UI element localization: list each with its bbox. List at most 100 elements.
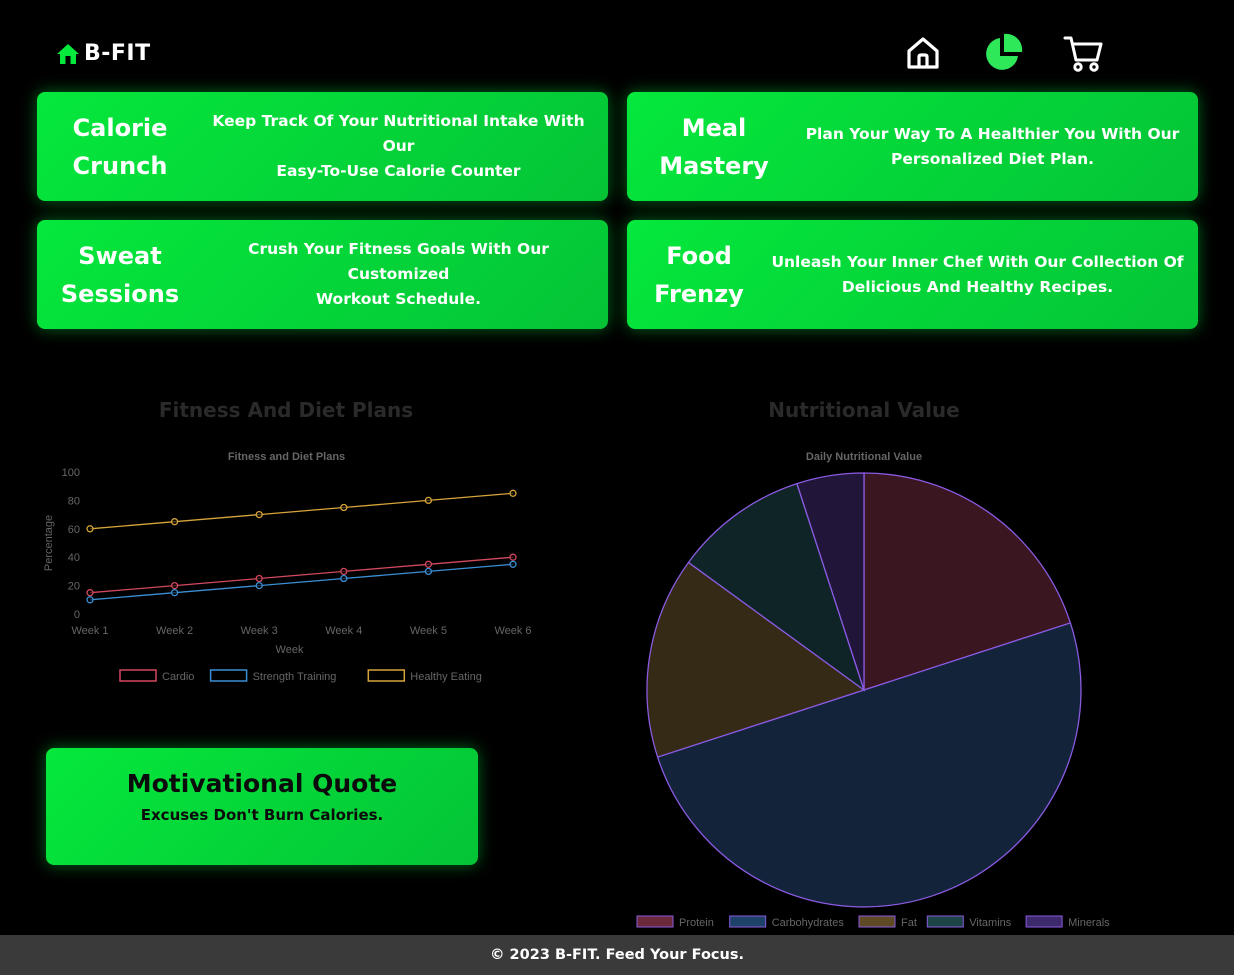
legend-swatch xyxy=(926,915,964,928)
nav-home[interactable] xyxy=(900,32,946,74)
legend-swatch xyxy=(119,669,157,682)
data-point xyxy=(170,518,179,526)
legend-label: Healthy Eating xyxy=(410,671,482,683)
chart-title: Daily Nutritional Value xyxy=(806,451,922,463)
card-title: Calorie Crunch xyxy=(37,109,197,185)
card-title: Meal Mastery xyxy=(627,109,795,185)
card-desc-line: Keep Track Of Your Nutritional Intake Wi… xyxy=(212,112,585,155)
y-tick-label: 40 xyxy=(68,552,80,564)
series-line xyxy=(89,563,514,601)
x-tick-label: Week 6 xyxy=(494,625,531,637)
legend-label: Strength Training xyxy=(253,671,337,683)
card-food-frenzy[interactable]: Food Frenzy Unleash Your Inner Chef With… xyxy=(627,220,1198,329)
card-title-line: Sweat xyxy=(78,241,162,270)
card-desc-line: Plan Your Way To A Healthier You With Ou… xyxy=(805,124,1180,143)
data-point xyxy=(86,589,94,597)
brand-logo[interactable]: B-FIT xyxy=(56,41,151,66)
fitness-line-chart: Fitness and Diet Plans 0 20 40 60 80 100 Week 1… xyxy=(43,451,532,683)
brand-name: B-FIT xyxy=(84,41,151,66)
legend-swatch xyxy=(209,669,248,682)
legend-swatch xyxy=(858,915,896,928)
card-title-line: Food xyxy=(666,241,732,270)
x-tick-label: Week 1 xyxy=(71,625,108,637)
y-tick-label: 60 xyxy=(68,524,80,536)
x-tick-label: Week 3 xyxy=(241,625,278,637)
series-line xyxy=(89,492,514,530)
card-title-line: Calorie xyxy=(72,113,168,142)
data-point xyxy=(170,589,179,597)
legend-swatch xyxy=(636,915,674,928)
data-point xyxy=(424,567,433,576)
cart-icon xyxy=(1062,32,1104,74)
nav-stats[interactable] xyxy=(980,32,1026,74)
card-desc-line: Workout Schedule. xyxy=(316,290,481,308)
pie-chart-icon xyxy=(982,32,1024,74)
data-point xyxy=(86,596,94,604)
home-icon xyxy=(905,35,941,71)
card-desc-line: Easy-To-Use Calorie Counter xyxy=(276,162,521,180)
home-icon xyxy=(56,43,80,65)
legend-label: Carbohydrates xyxy=(772,917,845,929)
nutrition-section-heading: Nutritional Value xyxy=(768,398,960,422)
nutrition-pie-chart: Daily Nutritional Value Protein Carbohydra… xyxy=(636,451,1110,929)
legend-swatch xyxy=(729,915,767,928)
legend-label: Cardio xyxy=(162,671,194,683)
card-desc-line: Delicious And Healthy Recipes. xyxy=(841,277,1114,296)
data-point xyxy=(509,553,517,561)
data-point xyxy=(170,581,179,590)
quote-text: Excuses Don't Burn Calories. xyxy=(140,806,384,824)
card-sweat-sessions[interactable]: Sweat Sessions Crush Your Fitness Goals … xyxy=(37,220,608,329)
data-point xyxy=(255,574,263,583)
card-title-line: Frenzy xyxy=(654,279,744,308)
legend-swatch xyxy=(367,669,406,682)
motivational-quote-card: Motivational Quote Excuses Don't Burn Ca… xyxy=(46,748,478,865)
card-title: Sweat Sessions xyxy=(37,237,197,313)
x-axis-label: Week xyxy=(276,644,304,656)
legend-swatch xyxy=(1025,915,1063,928)
card-title-line: Mastery xyxy=(659,151,769,180)
y-axis-label: Percentage xyxy=(43,515,55,571)
data-point xyxy=(86,525,94,533)
card-desc-line: Crush Your Fitness Goals With Our Custom… xyxy=(248,240,549,283)
footer: © 2023 B-FIT. Feed Your Focus. xyxy=(0,935,1234,975)
card-title-line: Crunch xyxy=(72,151,168,180)
x-tick-label: Week 5 xyxy=(410,625,447,637)
x-tick-label: Week 4 xyxy=(325,625,362,637)
data-point xyxy=(255,510,263,519)
series-line xyxy=(89,556,514,594)
card-calorie-crunch[interactable]: Calorie Crunch Keep Track Of Your Nutrit… xyxy=(37,92,608,201)
card-title-line: Sessions xyxy=(60,279,180,308)
y-tick-label: 0 xyxy=(74,609,80,621)
card-title: Food Frenzy xyxy=(627,237,765,313)
x-tick-label: Week 2 xyxy=(156,625,193,637)
y-tick-label: 80 xyxy=(68,495,80,507)
data-point xyxy=(255,581,263,590)
top-nav xyxy=(900,32,1106,74)
footer-text: © 2023 B-FIT. Feed Your Focus. xyxy=(490,947,744,963)
card-description: Crush Your Fitness Goals With Our Custom… xyxy=(197,237,608,312)
data-point xyxy=(509,489,517,497)
card-description: Keep Track Of Your Nutritional Intake Wi… xyxy=(197,109,608,184)
card-meal-mastery[interactable]: Meal Mastery Plan Your Way To A Healthie… xyxy=(627,92,1198,201)
data-point xyxy=(509,560,517,568)
legend-label: Vitamins xyxy=(969,917,1011,929)
legend-label: Fat xyxy=(901,917,917,929)
data-point xyxy=(424,560,433,568)
card-desc-line: Personalized Diet Plan. xyxy=(890,149,1095,168)
data-point xyxy=(340,567,348,576)
y-tick-label: 100 xyxy=(62,467,80,479)
chart-title: Fitness and Diet Plans xyxy=(228,451,345,463)
card-description: Unleash Your Inner Chef With Our Collect… xyxy=(765,250,1198,300)
data-point xyxy=(424,496,433,505)
nav-cart[interactable] xyxy=(1060,32,1106,74)
data-point xyxy=(340,574,348,583)
card-desc-line: Unleash Your Inner Chef With Our Collect… xyxy=(771,252,1184,271)
legend-label: Minerals xyxy=(1068,917,1110,929)
data-point xyxy=(340,503,348,512)
fitness-section-heading: Fitness And Diet Plans xyxy=(158,398,414,422)
y-tick-label: 20 xyxy=(68,581,80,593)
card-title-line: Meal xyxy=(681,113,747,142)
quote-title: Motivational Quote xyxy=(126,769,398,798)
legend-label: Protein xyxy=(679,917,714,929)
card-description: Plan Your Way To A Healthier You With Ou… xyxy=(795,122,1198,172)
